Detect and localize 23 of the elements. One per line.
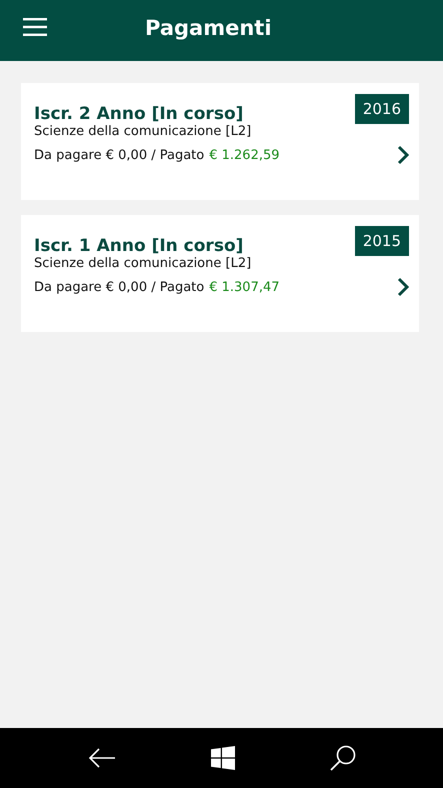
menu-icon xyxy=(23,18,47,36)
payment-card[interactable]: Iscr. 2 Anno [In corso] 2016 Scienze della comunicazione [L2] Da pagare € 0,00 / Pagato € 1.262,59 xyxy=(21,83,419,200)
menu-button[interactable] xyxy=(23,18,47,36)
course-name: Scienze della comunicazione [L2] xyxy=(34,124,252,139)
back-button[interactable] xyxy=(88,747,116,769)
year-badge: 2015 xyxy=(354,226,409,256)
payment-card[interactable]: Iscr. 1 Anno [In corso] 2015 Scienze della comunicazione [L2] Da pagare € 0,00 / Pagato € 1.307,47 xyxy=(21,215,419,332)
chevron-right-icon xyxy=(397,277,409,297)
search-icon xyxy=(330,745,356,771)
payment-summary: Da pagare € 0,00 / Pagato xyxy=(34,148,204,162)
page-title: Pagamenti xyxy=(145,16,272,40)
back-arrow-icon xyxy=(88,747,116,769)
windows-icon xyxy=(210,746,234,770)
enrollment-title: Iscr. 2 Anno [In corso] xyxy=(34,104,244,124)
search-button[interactable] xyxy=(330,745,356,771)
enrollment-title: Iscr. 1 Anno [In corso] xyxy=(34,236,244,256)
payment-summary: Da pagare € 0,00 / Pagato xyxy=(34,280,204,294)
course-name: Scienze della comunicazione [L2] xyxy=(34,256,252,271)
chevron-right-icon xyxy=(397,145,409,165)
paid-amount: € 1.262,59 xyxy=(209,148,280,162)
paid-amount: € 1.307,47 xyxy=(209,280,280,294)
start-button[interactable] xyxy=(210,746,234,770)
year-badge: 2016 xyxy=(354,94,409,124)
